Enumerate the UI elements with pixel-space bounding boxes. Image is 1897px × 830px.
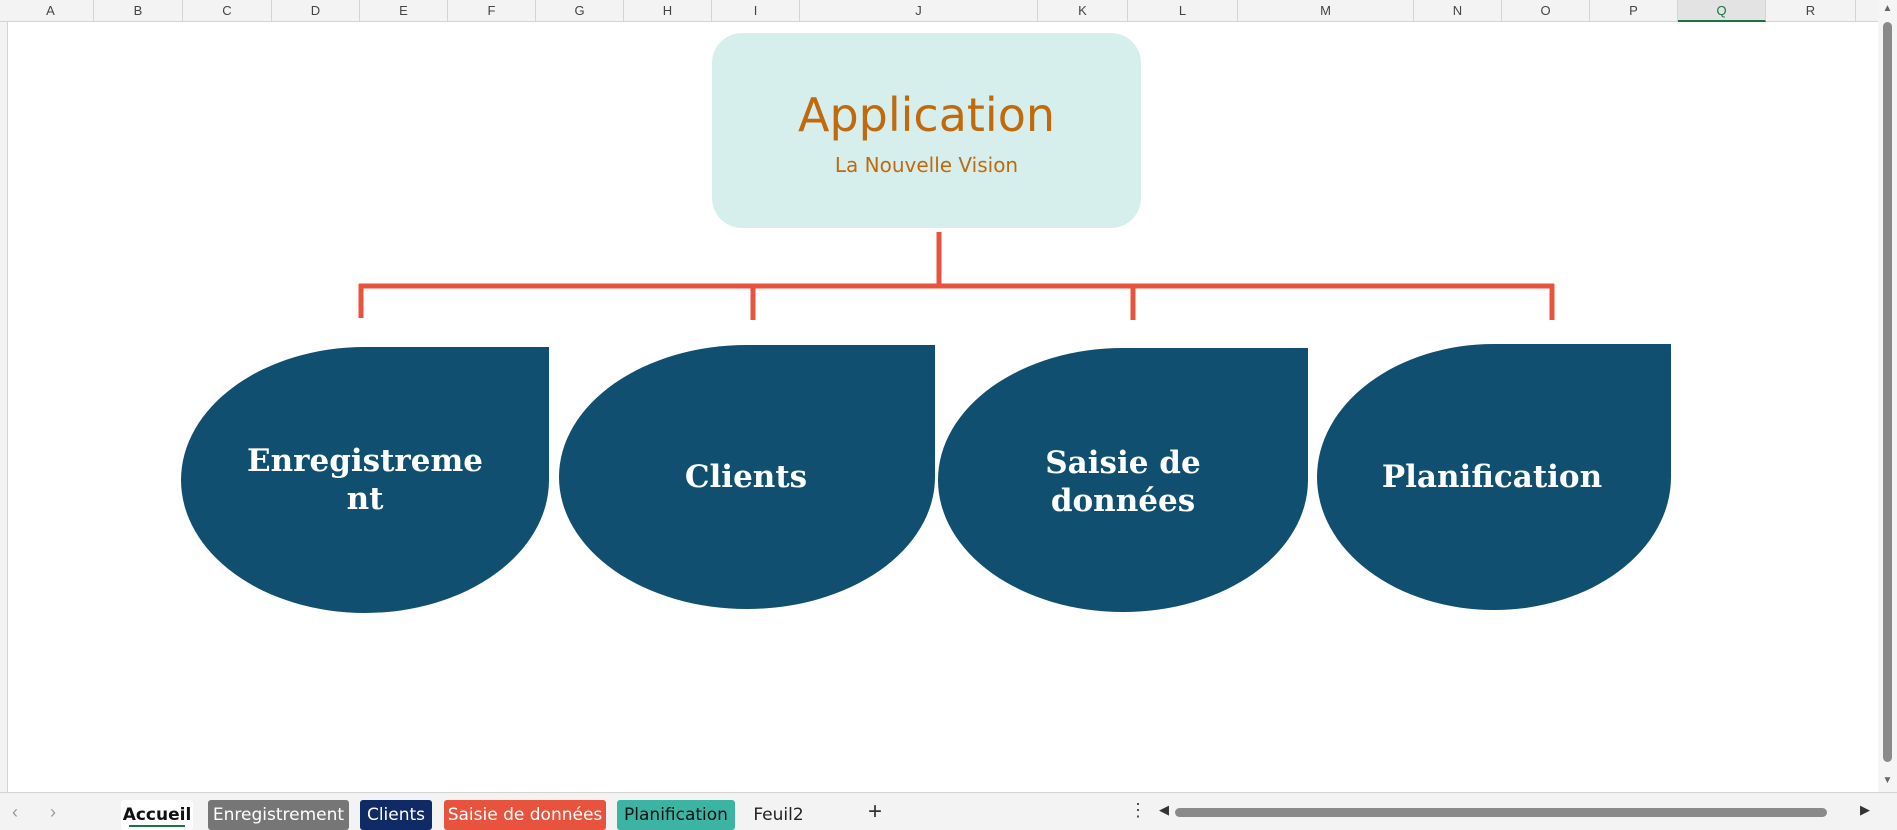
title-box[interactable]: Application La Nouvelle Vision	[712, 33, 1141, 228]
horizontal-scroll-thumb[interactable]	[1175, 808, 1827, 817]
tab-saisie-de-donnees[interactable]: Saisie de données	[444, 800, 606, 830]
scroll-up-icon[interactable]: ▲	[1878, 0, 1897, 18]
node-label-planification: Planification	[1381, 459, 1603, 495]
scroll-left-icon[interactable]: ◀	[1159, 802, 1169, 818]
sheet-tab-bar: ‹ › Accueil Enregistrement Clients Saisi…	[0, 792, 1897, 830]
more-vertical-icon[interactable]: ⋮	[1129, 800, 1147, 821]
node-label-saisie: Saisie de données	[1045, 445, 1201, 519]
scroll-down-icon[interactable]: ▼	[1878, 772, 1897, 790]
scroll-right-icon[interactable]: ▶	[1860, 802, 1870, 818]
tab-enregistrement[interactable]: Enregistrement	[208, 800, 349, 830]
tab-accueil[interactable]: Accueil	[121, 800, 193, 830]
node-label-clients: Clients	[684, 459, 808, 495]
excel-window: ABCDEFGHIJKLMNOPQR Application La Nouvel…	[0, 0, 1897, 830]
diagram-subtitle: La Nouvelle Vision	[834, 153, 1019, 177]
diagram-title: Application	[797, 88, 1056, 142]
chevron-left-icon[interactable]: ‹	[12, 802, 18, 823]
tab-clients[interactable]: Clients	[360, 800, 432, 830]
chevron-right-icon[interactable]: ›	[50, 802, 56, 823]
active-tab-underline	[129, 825, 185, 827]
plus-icon[interactable]: +	[868, 798, 882, 826]
tab-feuil2[interactable]: Feuil2	[745, 800, 812, 830]
connector-lines	[358, 232, 1555, 320]
horizontal-scrollbar[interactable]: ◀ ▶	[1155, 800, 1875, 824]
tab-planification[interactable]: Planification	[617, 800, 735, 830]
tab-label: Accueil	[122, 805, 192, 825]
node-label-enregistrement: Enregistreme nt	[246, 443, 484, 517]
vertical-scroll-thumb[interactable]	[1883, 22, 1892, 762]
vertical-scrollbar[interactable]: ▲ ▼	[1878, 0, 1897, 792]
org-chart-diagram: Application La Nouvelle Vision Enregistr…	[0, 0, 1878, 792]
